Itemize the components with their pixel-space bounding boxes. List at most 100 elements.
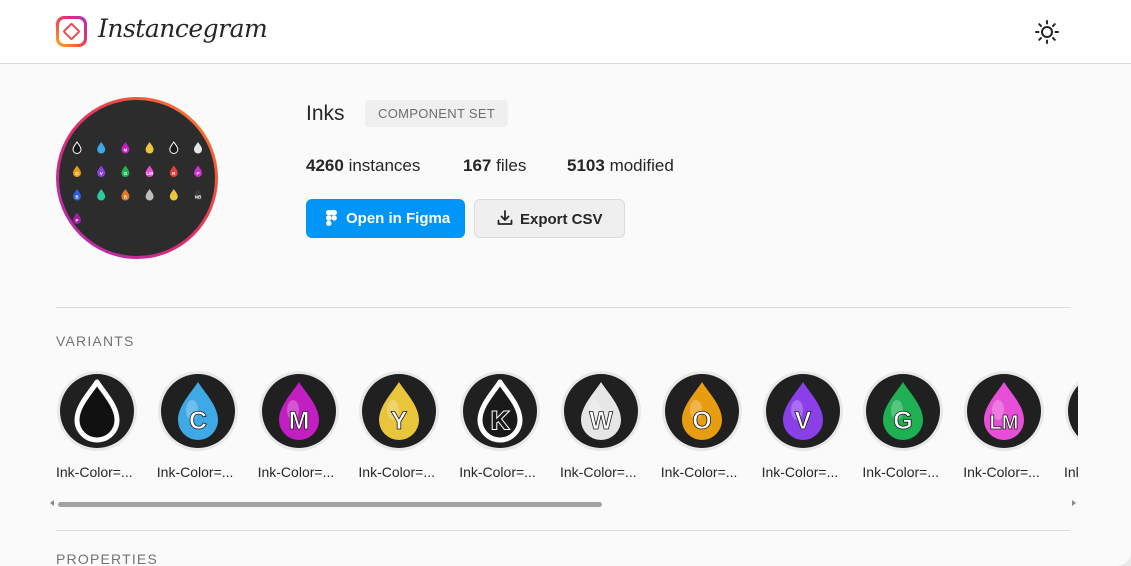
ink-drop-icon: LM (967, 374, 1042, 448)
variant-item[interactable]: M Ink-Color=... (258, 370, 348, 490)
stat-files: 167 files (463, 156, 526, 176)
variant-item[interactable]: W Ink-Color=... (560, 370, 650, 490)
variant-item[interactable]: Ink-Color=... (1064, 370, 1078, 490)
svg-text:G: G (124, 171, 128, 176)
diamond-logo-icon[interactable] (56, 16, 87, 47)
variant-item[interactable]: O Ink-Color=... (661, 370, 751, 490)
ink-drop-icon: K (463, 374, 538, 448)
variant-thumbnail: Y (359, 371, 440, 451)
stat-instances: 4260 instances (306, 156, 420, 176)
properties-heading: PROPERTIES (56, 551, 158, 566)
ink-drop-icon: O (664, 374, 739, 448)
preview-drop-icon: P (194, 165, 202, 177)
ink-drop-icon: W (564, 374, 638, 448)
svg-text:Y: Y (391, 407, 408, 435)
svg-text:M: M (124, 148, 128, 153)
variant-label: Ink-Color=... (459, 464, 536, 480)
theme-toggle-button[interactable] (1030, 16, 1064, 50)
scroll-right-arrow-icon[interactable] (1072, 500, 1076, 506)
variant-thumbnail: W (561, 371, 641, 451)
ink-drop-icon: Y (362, 374, 437, 448)
variant-label: Ink-Color=... (660, 464, 738, 480)
svg-text:P: P (196, 171, 199, 176)
svg-text:V: V (794, 407, 811, 435)
preview-drop-icon: NB (194, 189, 202, 201)
component-preview-image: M O V G LM R P B B NB P (72, 141, 202, 224)
variant-thumbnail: O (661, 371, 742, 451)
stat-label: files (496, 156, 527, 175)
preview-drop-icon: B (73, 189, 81, 201)
variant-label: Ink-Color=... (358, 464, 436, 480)
variant-item[interactable]: K Ink-Color=... (459, 370, 549, 490)
svg-text:O: O (75, 171, 79, 176)
variant-label: Ink-Color=... (1064, 464, 1078, 480)
stat-value: 5103 (567, 156, 605, 175)
export-csv-button[interactable]: Export CSV (474, 199, 625, 238)
section-divider (56, 307, 1070, 308)
variant-item[interactable]: Ink-Color=... (56, 370, 146, 490)
export-csv-label: Export CSV (520, 211, 603, 228)
ink-drop-icon: M (261, 374, 336, 448)
top-bar: Instancegram (0, 0, 1131, 64)
variant-thumbnail (1065, 371, 1078, 451)
preview-drop-icon (145, 142, 154, 154)
open-in-figma-label: Open in Figma (346, 210, 451, 227)
preview-drop-icon (169, 141, 179, 154)
preview-drop-icon: G (121, 165, 130, 177)
svg-text:V: V (100, 171, 103, 176)
preview-drop-icon: M (121, 142, 130, 154)
preview-drop-icon (72, 141, 82, 154)
preview-drop-icon: P (73, 212, 81, 224)
ink-drop-icon: C (160, 374, 235, 448)
download-icon (497, 210, 513, 225)
ink-drop-icon (1068, 385, 1078, 437)
svg-text:O: O (692, 407, 711, 435)
sun-icon (1035, 20, 1059, 44)
preview-drop-icon (97, 189, 106, 201)
scrollbar-thumb[interactable] (58, 502, 602, 507)
section-divider (56, 530, 1070, 531)
ink-drop-icon (60, 374, 134, 448)
svg-text:W: W (589, 407, 613, 435)
variants-list: Ink-Color=... C Ink-Color=... M Ink-Color=..… (56, 370, 1078, 490)
svg-text:K: K (491, 407, 509, 435)
variant-item[interactable]: C Ink-Color=... (157, 370, 247, 490)
component-title: Inks (306, 102, 345, 125)
variant-item[interactable]: V Ink-Color=... (762, 370, 852, 490)
ink-drop-icon: V (765, 374, 840, 448)
stat-label: instances (348, 156, 421, 175)
variant-thumbnail: C (157, 371, 238, 451)
variant-label: Ink-Color=... (560, 464, 637, 480)
svg-text:LM: LM (146, 171, 153, 176)
preview-drop-icon: R (169, 165, 178, 177)
figma-icon (326, 210, 337, 226)
open-in-figma-button[interactable]: Open in Figma (306, 199, 465, 238)
ink-drop-icon: G (866, 374, 941, 448)
variant-label: Ink-Color=... (963, 464, 1040, 480)
svg-text:P: P (75, 218, 78, 223)
variant-label: Ink-Color=... (761, 464, 839, 480)
variant-item[interactable]: LM Ink-Color=... (963, 370, 1053, 490)
component-type-badge: COMPONENT SET (365, 100, 509, 127)
variant-label: Ink-Color=... (56, 464, 133, 480)
svg-text:G: G (894, 407, 913, 435)
variant-item[interactable]: Y Ink-Color=... (358, 370, 448, 490)
preview-drop-icon (194, 142, 202, 154)
scroll-left-arrow-icon[interactable] (50, 500, 54, 506)
variant-item[interactable]: G Ink-Color=... (862, 370, 952, 490)
preview-drop-icon (97, 142, 106, 154)
app-window: Instancegram M O V G LM R P B B NB P Inks (0, 0, 1131, 566)
variant-label: Ink-Color=... (257, 464, 335, 480)
variant-thumbnail: M (258, 371, 339, 451)
svg-text:M: M (288, 407, 309, 435)
brand-name[interactable]: Instancegram (98, 14, 268, 43)
stat-value: 4260 (306, 156, 344, 175)
variant-thumbnail: K (460, 371, 541, 451)
svg-text:NB: NB (195, 195, 202, 200)
component-preview-avatar: M O V G LM R P B B NB P (56, 97, 218, 259)
stat-value: 167 (463, 156, 492, 175)
variant-thumbnail (57, 371, 137, 451)
stat-modified: 5103 modified (567, 156, 674, 176)
svg-text:C: C (189, 407, 207, 435)
svg-text:LM: LM (990, 412, 1019, 434)
